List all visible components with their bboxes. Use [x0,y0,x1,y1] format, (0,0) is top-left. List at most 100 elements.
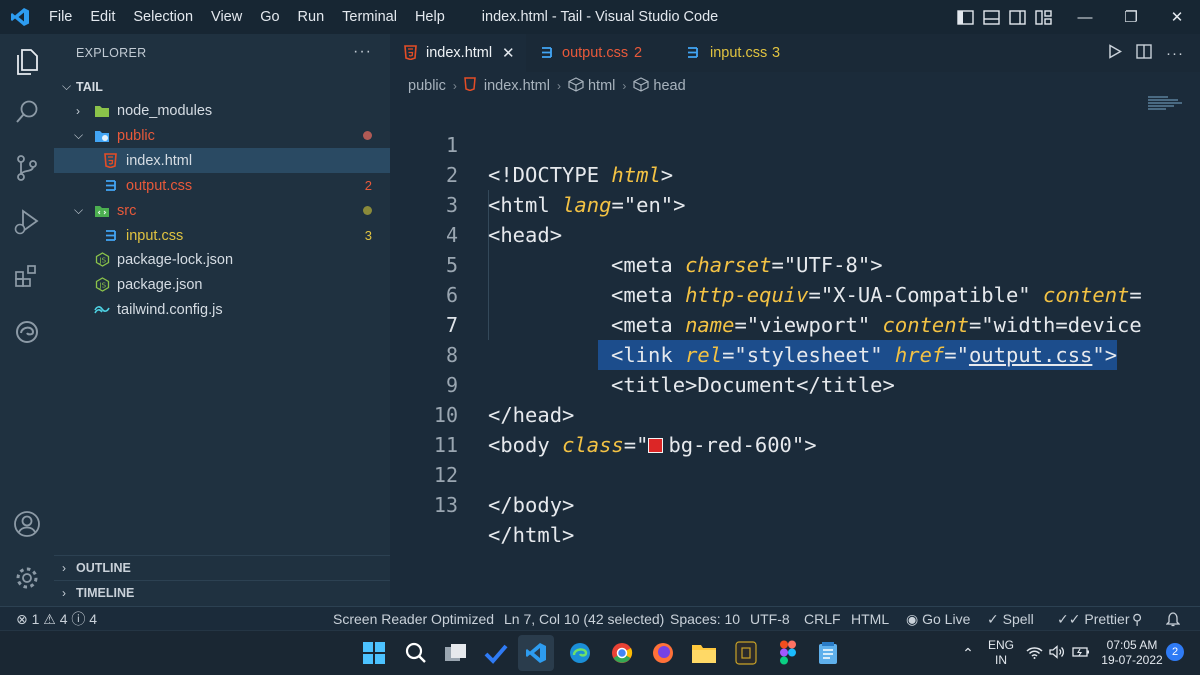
explorer-sidebar: EXPLORER ··· ⌵ TAIL › node_modules ⌵ pub… [54,34,390,606]
show-hidden-icons-icon[interactable]: ⌃ [958,631,978,675]
notepad-icon[interactable] [814,639,842,667]
split-editor-icon[interactable] [1136,43,1152,63]
menu-go[interactable]: Go [251,0,288,34]
tab-index-html[interactable]: index.html ✕ [390,34,526,72]
code-editor[interactable]: 1 <!DOCTYPE html> 2 <html lang="en"> 3 <… [390,100,1200,606]
toggle-panel-icon[interactable] [981,7,1001,27]
input-language[interactable]: ENG IN [984,631,1018,675]
svg-text:JS: JS [98,257,106,265]
firefox-icon[interactable] [649,639,677,667]
menu-view[interactable]: View [202,0,251,34]
windows-taskbar: ⌃ ENG IN 07:05 AM 19-07-2022 2 [0,630,1200,675]
search-icon[interactable] [402,639,430,667]
breadcrumb-item[interactable]: public [408,78,446,94]
terminal-app-icon[interactable] [732,639,760,667]
extensions-icon[interactable] [0,252,54,300]
customize-layout-icon[interactable] [1033,7,1053,27]
go-live-button[interactable]: ◉ Go Live [906,607,970,631]
search-icon[interactable] [0,88,54,136]
figma-icon[interactable] [774,639,802,667]
code-line: 13 </html> [390,460,1150,547]
tab-close-icon[interactable]: ✕ [502,44,515,62]
explorer-icon[interactable] [0,38,54,86]
tree-item-package-lock-json[interactable]: JS package-lock.json [54,247,390,272]
bell-icon[interactable] [1165,607,1181,631]
start-icon[interactable] [360,639,388,667]
run-debug-icon[interactable] [0,198,54,246]
tab-output-css[interactable]: output.css 2 [526,34,674,72]
screen-reader-status[interactable]: Screen Reader Optimized [333,607,494,631]
source-control-icon[interactable] [0,144,54,192]
menu-selection[interactable]: Selection [124,0,202,34]
svg-text:JS: JS [98,282,106,290]
todo-app-icon[interactable] [482,639,510,667]
code-line: 5 <meta http-equiv="X-UA-Compatible" con… [390,220,1150,307]
tab-problems-badge: 2 [634,45,643,61]
tree-item-label: input.css [126,227,184,244]
clock[interactable]: 07:05 AM 19-07-2022 [1098,631,1166,675]
close-icon[interactable]: ✕ [1154,0,1200,34]
tree-item-output-css[interactable]: output.css 2 [54,173,390,198]
more-actions-icon[interactable]: ··· [353,43,372,61]
code-line: 11 [390,400,1150,457]
tree-item-node-modules[interactable]: › node_modules [54,98,390,123]
edge-icon[interactable] [566,639,594,667]
spell-button[interactable]: ✓ Spell [987,607,1034,631]
more-actions-icon[interactable]: ··· [1166,45,1184,62]
edge-devtools-icon[interactable] [0,308,54,356]
breadcrumb-item[interactable]: html [588,78,615,94]
chevron-right-icon: › [62,561,66,575]
tree-item-input-css[interactable]: input.css 3 [54,223,390,248]
run-icon[interactable] [1108,43,1123,63]
tree-item-label: public [117,127,155,144]
minimize-icon[interactable]: — [1062,0,1108,34]
tree-item-public[interactable]: ⌵ public [54,123,390,148]
chrome-icon[interactable] [608,639,636,667]
toggle-sidebar-icon[interactable] [955,7,975,27]
task-view-icon[interactable] [442,639,470,667]
workspace-root[interactable]: ⌵ TAIL [54,74,390,99]
tab-label: input.css [710,45,768,61]
account-icon[interactable] [0,500,54,548]
tree-item-package-json[interactable]: JS package.json [54,272,390,297]
timeline-section[interactable]: › TIMELINE [54,580,390,605]
broadcast-icon: ◉ [906,611,923,627]
problems-status[interactable]: ⊗ 1 ⚠ 4 ⓘ 4 [16,607,97,631]
outline-label: OUTLINE [76,561,131,575]
tree-item-index-html[interactable]: index.html [54,148,390,173]
breadcrumb: public › index.html › html › head [390,72,1200,100]
eol-status[interactable]: CRLF [804,607,841,631]
minimap[interactable] [1148,96,1184,116]
tree-item-src[interactable]: ⌵ src [54,198,390,223]
tab-input-css[interactable]: input.css 3 [674,34,814,72]
cube-icon [568,76,584,96]
file-explorer-icon[interactable] [690,639,718,667]
indentation-status[interactable]: Spaces: 10 [670,607,740,631]
outline-section[interactable]: › OUTLINE [54,555,390,580]
code-line: 1 <!DOCTYPE html> [390,100,1150,187]
prettier-button[interactable]: ✓✓ Prettier [1057,607,1129,631]
breadcrumb-item[interactable]: head [653,78,685,94]
chevron-right-icon: › [556,79,561,93]
tree-item-label: tailwind.config.js [117,301,223,318]
cursor-position[interactable]: Ln 7, Col 10 (42 selected) [504,607,664,631]
restore-icon[interactable]: ❐ [1108,0,1154,34]
menu-file[interactable]: File [40,0,81,34]
tree-item-tailwind-config[interactable]: tailwind.config.js [54,297,390,322]
menu-help[interactable]: Help [406,0,454,34]
language-mode[interactable]: HTML [851,607,889,631]
vscode-taskbar-icon[interactable] [522,639,550,667]
menu-terminal[interactable]: Terminal [333,0,406,34]
accounts-status-icon[interactable]: ⚲ [1132,607,1142,631]
breadcrumb-item[interactable]: index.html [484,78,550,94]
cube-icon [633,76,649,96]
menu-edit[interactable]: Edit [81,0,124,34]
notification-badge[interactable]: 2 [1166,643,1184,661]
toggle-secondary-sidebar-icon[interactable] [1007,7,1027,27]
modified-dot [363,206,372,215]
menu-run[interactable]: Run [289,0,334,34]
system-tray[interactable] [1026,631,1092,675]
encoding-status[interactable]: UTF-8 [750,607,790,631]
manage-gear-icon[interactable] [0,554,54,602]
editor-tabs: index.html ✕ output.css 2 input.css 3 ··… [390,34,1200,72]
